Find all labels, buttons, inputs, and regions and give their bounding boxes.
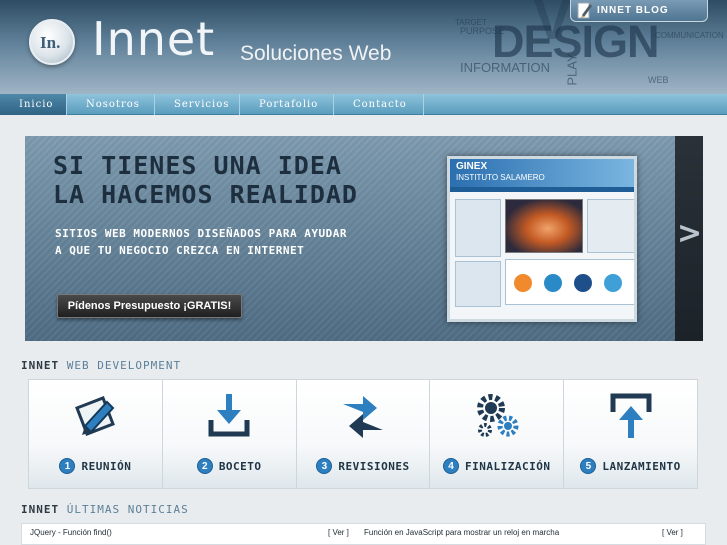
news-item-link[interactable]: [ Ver ] xyxy=(662,528,683,537)
nav-item-servicios[interactable]: Servicios xyxy=(155,94,240,115)
portfolio-preview[interactable]: GINEX INSTITUTO SALAMERO xyxy=(447,156,637,322)
blog-button[interactable]: INNET BLOG xyxy=(570,0,708,22)
brand-tagline: Soluciones Web xyxy=(240,42,392,65)
bg-word-web: WEB xyxy=(648,75,669,85)
nav-label: Portafolio xyxy=(259,99,319,110)
step-number: 3 xyxy=(316,458,333,474)
banner-headline-1: SI TIENES UNA IDEA xyxy=(53,151,342,180)
nav-item-portafolio[interactable]: Portafolio xyxy=(240,94,334,115)
nav-item-contacto[interactable]: Contacto xyxy=(334,94,424,115)
news-item-link[interactable]: [ Ver ] xyxy=(328,528,349,537)
pencil-icon xyxy=(577,2,592,19)
news-title-light: ÚLTIMAS NOTICIAS xyxy=(66,503,189,516)
sponsor-logo xyxy=(544,274,562,292)
hero-banner: SI TIENES UNA IDEA LA HACEMOS REALIDAD S… xyxy=(25,136,675,341)
gears-icon xyxy=(476,394,519,437)
preview-title: GINEX xyxy=(456,161,488,172)
step-number: 1 xyxy=(59,458,76,474)
preview-sponsors xyxy=(505,259,634,305)
step-boceto[interactable]: 2 BOCETO xyxy=(162,380,297,488)
step-label: REVISIONES xyxy=(338,459,410,473)
news-list: JQuery - Función find() [ Ver ] Función … xyxy=(21,523,706,545)
news-item-title[interactable]: JQuery - Función find() xyxy=(30,528,112,537)
preview-right-column xyxy=(587,199,634,253)
nav-label: Nosotros xyxy=(86,99,140,110)
news-title-strong: INNET xyxy=(21,503,60,516)
preview-sidebar xyxy=(455,199,501,257)
nav-item-inicio[interactable]: Inicio xyxy=(0,94,67,115)
nav-item-nosotros[interactable]: Nosotros xyxy=(67,94,155,115)
refresh-arrows-icon xyxy=(342,396,383,438)
step-label: LANZAMIENTO xyxy=(602,459,681,473)
step-finalizacion[interactable]: 4 FINALIZACIÓN xyxy=(430,380,565,488)
bg-word-play: PLAY xyxy=(564,53,580,86)
step-label: FINALIZACIÓN xyxy=(465,459,551,473)
step-lanzamiento[interactable]: 5 LANZAMIENTO xyxy=(564,380,697,488)
quote-button[interactable]: Pídenos Presupuesto ¡GRATIS! xyxy=(57,294,242,318)
header: V TARGET PURPOSE DESIGN INFORMATION PLAY… xyxy=(0,0,727,94)
dev-title-light: WEB DEVELOPMENT xyxy=(66,359,182,372)
preview-sidebar-box xyxy=(455,261,501,307)
step-number: 2 xyxy=(196,458,213,474)
preview-image xyxy=(505,199,583,253)
blog-button-label: INNET BLOG xyxy=(597,5,669,16)
nav-label: Servicios xyxy=(174,99,230,110)
banner-sub-1: SITIOS WEB MODERNOS DISEÑADOS PARA AYUDA… xyxy=(55,227,348,240)
main-nav: Inicio Nosotros Servicios Portafolio Con… xyxy=(0,94,727,115)
preview-header: GINEX INSTITUTO SALAMERO xyxy=(450,159,634,187)
bg-word-communication: COMMUNICATION xyxy=(655,31,724,40)
bg-word-information: INFORMATION xyxy=(460,60,551,75)
banner-headline-2: LA HACEMOS REALIDAD xyxy=(53,180,358,209)
news-section-title: INNET ÚLTIMAS NOTICIAS xyxy=(21,503,189,516)
pencil-paper-icon xyxy=(75,396,116,436)
upload-tray-icon xyxy=(610,393,652,438)
logo-mark-text: In. xyxy=(40,33,61,52)
step-number: 5 xyxy=(580,458,597,474)
dev-title-strong: INNET xyxy=(21,359,60,372)
process-steps: 1 REUNIÓN 2 BOCETO 3 REVISIONES 4 FINALI… xyxy=(28,379,698,489)
step-number: 4 xyxy=(443,458,460,474)
brand-name[interactable]: Innet xyxy=(92,12,215,66)
nav-label: Contacto xyxy=(353,99,407,110)
step-revisiones[interactable]: 3 REVISIONES xyxy=(296,380,431,488)
step-label: BOCETO xyxy=(218,459,262,473)
banner-sub-2: A QUE TU NEGOCIO CREZCA EN INTERNET xyxy=(55,244,305,257)
sponsor-logo xyxy=(574,274,592,292)
dev-section-title: INNET WEB DEVELOPMENT xyxy=(21,359,181,372)
sponsor-logo xyxy=(514,274,532,292)
step-reunion[interactable]: 1 REUNIÓN xyxy=(29,380,163,488)
chevron-right-icon: > xyxy=(677,216,703,251)
nav-label: Inicio xyxy=(19,99,54,110)
sponsor-logo xyxy=(604,274,622,292)
preview-subtitle: INSTITUTO SALAMERO xyxy=(456,173,545,182)
logo-mark[interactable]: In. xyxy=(29,19,75,65)
preview-nav xyxy=(450,187,634,192)
news-item-title[interactable]: Función en JavaScript para mostrar un re… xyxy=(364,528,559,537)
slider-next-button[interactable]: > xyxy=(675,136,703,341)
step-label: REUNIÓN xyxy=(81,459,132,473)
download-tray-icon xyxy=(208,394,250,437)
